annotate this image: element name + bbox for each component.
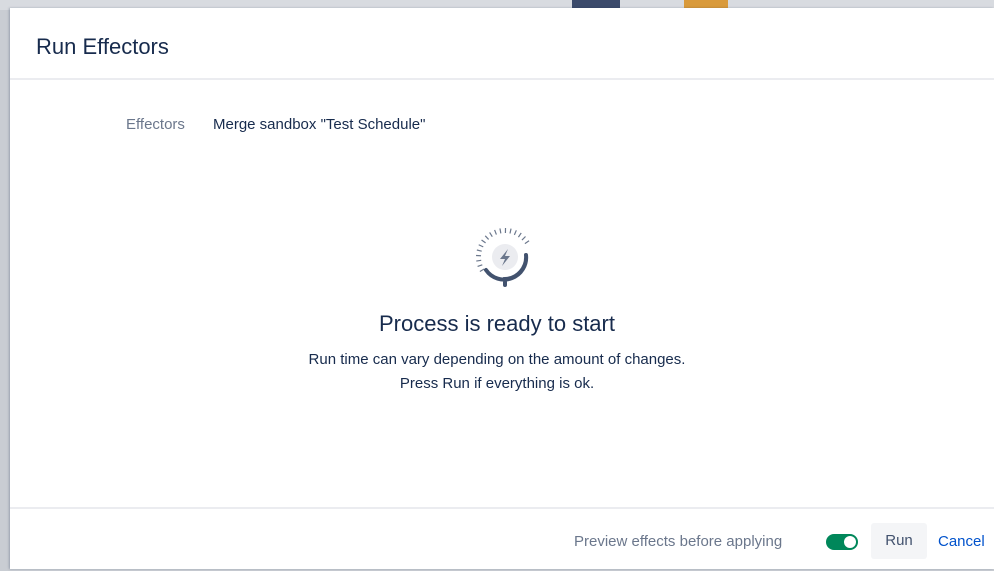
stopwatch-tick xyxy=(477,250,482,251)
stopwatch-tick xyxy=(510,229,511,234)
background-block xyxy=(684,0,728,8)
stopwatch-tick xyxy=(485,236,488,240)
stopwatch-tick xyxy=(480,269,484,272)
cancel-button[interactable]: Cancel xyxy=(938,533,985,550)
status-description-line-2: Press Run if everything is ok. xyxy=(0,375,994,392)
dialog-title: Run Effectors xyxy=(36,34,169,60)
dialog-header: Run Effectors xyxy=(10,8,994,80)
preview-effects-label: Preview effects before applying xyxy=(574,533,782,550)
stopwatch-tick xyxy=(479,245,484,247)
effectors-label: Effectors xyxy=(126,116,185,133)
preview-effects-toggle[interactable] xyxy=(826,534,858,550)
stopwatch-tick xyxy=(522,236,526,240)
status-description-line-1: Run time can vary depending on the amoun… xyxy=(0,351,994,368)
dialog-footer: Preview effects before applying Run Canc… xyxy=(10,507,994,571)
toggle-knob xyxy=(844,536,856,548)
stopwatch-lightning-icon xyxy=(470,222,540,292)
effectors-value: Merge sandbox "Test Schedule" xyxy=(213,116,425,133)
run-button[interactable]: Run xyxy=(871,523,927,559)
stopwatch-tick xyxy=(514,230,516,235)
stopwatch-tick xyxy=(490,232,493,236)
stopwatch-tick xyxy=(525,241,529,244)
run-effectors-dialog: Run Effectors Effectors Merge sandbox "T… xyxy=(10,8,994,569)
status-title: Process is ready to start xyxy=(0,311,994,337)
stopwatch-tick xyxy=(482,240,486,243)
stopwatch-tick xyxy=(476,260,481,261)
stopwatch-tick xyxy=(478,265,483,267)
stopwatch-tick xyxy=(495,230,497,235)
background-block xyxy=(572,0,620,8)
stopwatch-tick xyxy=(500,228,501,233)
stopwatch-tick xyxy=(518,233,521,237)
